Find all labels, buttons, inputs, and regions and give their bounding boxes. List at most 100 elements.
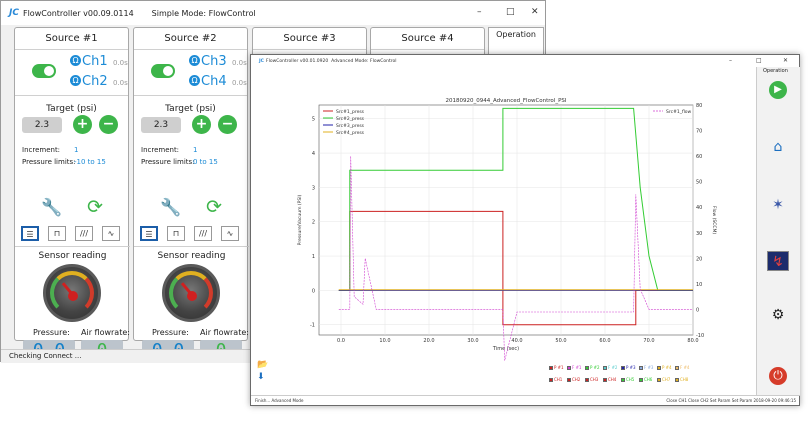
legend-swatch (603, 377, 607, 382)
minimize-button[interactable]: – (477, 7, 482, 17)
mode-sawtooth-button[interactable]: /// (75, 226, 93, 241)
limits-value[interactable]: -10 to 15 (74, 158, 106, 166)
legend-toggle[interactable]: CH8 (675, 377, 691, 382)
legend-label: CH3 (590, 377, 599, 382)
valve-icon: Ω (189, 55, 200, 66)
mode-constant-button[interactable]: ☰ (21, 226, 39, 241)
legend-toggle[interactable]: P #2 (585, 365, 601, 370)
decrease-button[interactable]: − (218, 115, 237, 134)
legend-toggle[interactable]: F #1 (567, 365, 583, 370)
legend-label: Src#1_flow (666, 109, 692, 115)
source-toggle[interactable] (32, 64, 56, 78)
legend-toggle[interactable]: CH4 (603, 377, 619, 382)
legend-toggle[interactable]: CH3 (585, 377, 601, 382)
valve-icon: Ω (189, 75, 200, 86)
power-icon[interactable]: ⏻ (769, 367, 787, 385)
legend-toggle[interactable]: CH2 (567, 377, 583, 382)
increase-button[interactable]: + (73, 115, 92, 134)
x-tick-label: 10.0 (379, 338, 390, 344)
app-title: FlowController v00.09.0114 (22, 8, 134, 18)
increment-value[interactable]: 1 (193, 146, 197, 154)
download-icon[interactable]: ⬇ (257, 372, 268, 382)
target-label: Target (psi) (165, 104, 216, 114)
source-title: Source #2 (134, 28, 247, 50)
legend-swatch (549, 365, 553, 370)
graph-icon[interactable]: ↯ (767, 251, 789, 271)
maximize-button[interactable]: □ (756, 57, 762, 64)
mode-constant-button[interactable]: ☰ (140, 226, 158, 241)
legend-row-2: CH1 CH2 CH3 CH4 CH5 CH6 CH7 CH8 (549, 377, 691, 382)
app-title: FlowController v00.01.0920 (265, 58, 329, 64)
legend-toggle[interactable]: CH6 (639, 377, 655, 382)
maximize-button[interactable]: □ (506, 7, 515, 17)
cross-icon[interactable]: ✶ (767, 195, 789, 215)
mode-title: Advanced Mode: FlowControl (331, 58, 397, 64)
x-tick-label: 0.0 (337, 338, 345, 344)
legend-toggle[interactable]: P #3 (621, 365, 637, 370)
legend-toggle[interactable]: F #3 (639, 365, 655, 370)
refresh-icon[interactable]: ⟳ (87, 196, 103, 218)
pressure-flow-chart: 0.0 10.0 20.0 30.0 40.0 50.0 60.0 70.0 80.0-1012… (297, 98, 717, 361)
mode-sine-button[interactable]: ∿ (221, 226, 239, 241)
folder-icon[interactable]: 📂 (257, 360, 268, 370)
legend-swatch (549, 377, 553, 382)
channel-a[interactable]: Ω Ch1 (70, 54, 108, 69)
close-button[interactable]: ✕ (783, 57, 788, 64)
legend-label: Src#4_press (336, 130, 365, 136)
legend-toggle[interactable]: CH7 (657, 377, 673, 382)
legend-label: P #4 (662, 365, 672, 370)
y2-tick-label: 20 (696, 256, 702, 262)
mode-sawtooth-button[interactable]: /// (194, 226, 212, 241)
play-icon[interactable]: ▶ (769, 81, 787, 99)
legend-toggle[interactable]: F #2 (603, 365, 619, 370)
legend-label: CH7 (662, 377, 671, 382)
channel-b-time: 0.0s (113, 79, 128, 87)
source-toggle[interactable] (151, 64, 175, 78)
status-right: Close CH1 Close CH2 Set Param Set Param … (666, 398, 796, 403)
x-tick-label: 20.0 (423, 338, 434, 344)
y2-tick-label: 60 (696, 154, 702, 160)
legend-toggle[interactable]: F #4 (675, 365, 691, 370)
channel-a[interactable]: Ω Ch3 (189, 54, 227, 69)
mode-step-button[interactable]: ⊓ (48, 226, 66, 241)
legend-toggle[interactable]: P #4 (657, 365, 673, 370)
increment-value[interactable]: 1 (74, 146, 78, 154)
pressure-label: Pressure: (33, 328, 70, 337)
wrench-icon[interactable]: 🔧 (41, 198, 62, 218)
operation-sidebar: Operation ▶ ⌂ ✶ ↯ ⚙ ⏻ (756, 67, 800, 395)
legend-toggle[interactable]: CH1 (549, 377, 565, 382)
legend-label: CH4 (608, 377, 617, 382)
legend-toggle[interactable]: P #1 (549, 365, 565, 370)
target-value[interactable]: 2.3 (141, 117, 181, 133)
legend-swatch (639, 365, 643, 370)
home-icon[interactable]: ⌂ (767, 137, 789, 157)
channel-b[interactable]: Ω Ch4 (189, 74, 227, 89)
source-panel-1: Source #1 Ω Ch1 Ω Ch2 0.0s 0.0s Target (ps… (14, 27, 130, 362)
refresh-icon[interactable]: ⟳ (206, 196, 222, 218)
legend-swatch (567, 377, 571, 382)
valve-icon: Ω (70, 55, 81, 66)
mode-step-button[interactable]: ⊓ (167, 226, 185, 241)
limits-value[interactable]: 0 to 15 (193, 158, 218, 166)
decrease-button[interactable]: − (99, 115, 118, 134)
y-tick-label: 2 (312, 220, 315, 226)
channel-b[interactable]: Ω Ch2 (70, 74, 108, 89)
legend-label: CH2 (572, 377, 581, 382)
legend-label: F #4 (680, 365, 690, 370)
close-button[interactable]: ✕ (531, 7, 539, 17)
y2-tick-label: 0 (696, 307, 699, 313)
source-title: Source #4 (371, 28, 484, 50)
wrench-icon[interactable]: 🔧 (160, 198, 181, 218)
mode-sine-button[interactable]: ∿ (102, 226, 120, 241)
legend-swatch (603, 365, 607, 370)
gear-icon[interactable]: ⚙ (767, 305, 789, 325)
legend-toggle[interactable]: CH5 (621, 377, 637, 382)
y-tick-label: 1 (312, 254, 315, 260)
channel-a-time: 0.0s (113, 59, 128, 67)
x-tick-label: 60.0 (599, 338, 610, 344)
minimize-button[interactable]: – (729, 57, 732, 64)
source-title: Source #3 (253, 28, 366, 50)
status-left: Finish... Advanced Mode (255, 398, 304, 403)
target-value[interactable]: 2.3 (22, 117, 62, 133)
increase-button[interactable]: + (192, 115, 211, 134)
